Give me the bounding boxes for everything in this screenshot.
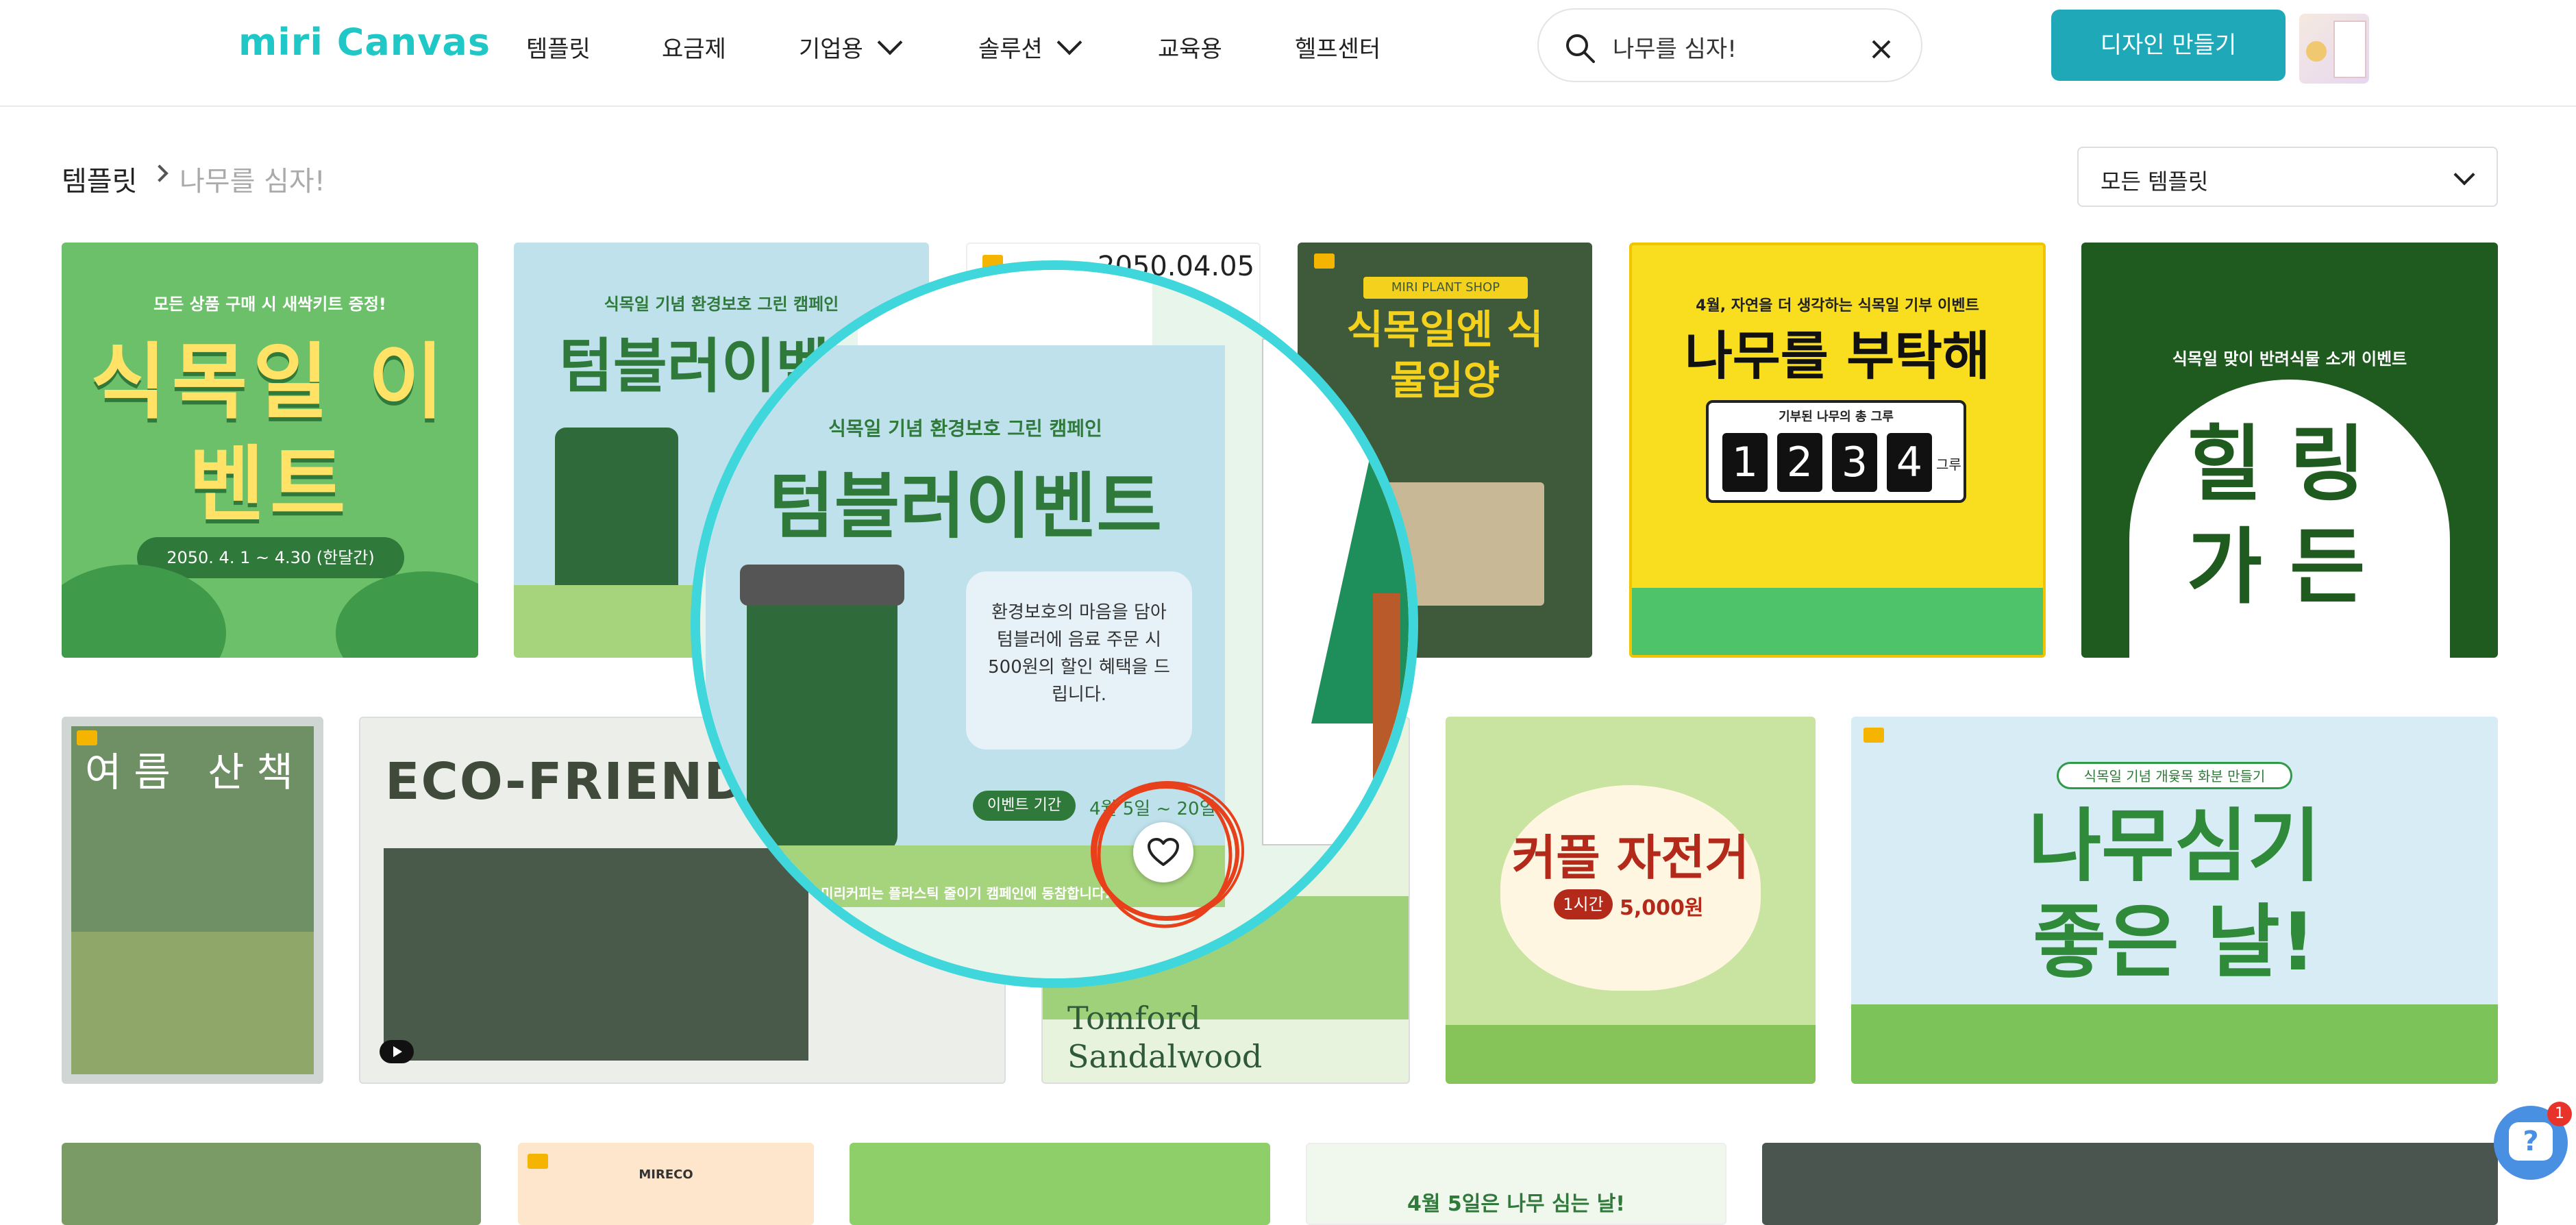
notification-badge: 1	[2547, 1102, 2572, 1126]
magnified-bubble: 환경보호의 마음을 담아 텀블러에 음료 주문 시 500원의 할인 혜택을 드…	[966, 571, 1192, 750]
template-filter-select[interactable]: 모든 템플릿	[2077, 147, 2498, 207]
grass-decoration	[1446, 1025, 1816, 1084]
nav-business[interactable]: 기업용	[799, 29, 903, 64]
nav-solutions-label: 솔루션	[978, 36, 1043, 63]
create-design-button[interactable]: 디자인 만들기	[2051, 10, 2286, 81]
card-title: 4월 5일은 나무 심는 날!	[1407, 1192, 1625, 1216]
trees-decoration	[1632, 588, 2043, 655]
meadow-photo	[71, 932, 314, 1074]
template-card[interactable]: 모든 상품 구매 시 새싹키트 증정! 식목일 이벤트 2050. 4. 1 ~…	[62, 243, 478, 658]
search-input[interactable]	[1611, 29, 1874, 64]
template-card[interactable]: 여름 산책	[62, 717, 323, 1084]
template-card[interactable]	[1762, 1143, 2498, 1225]
help-question-icon: ?	[2509, 1122, 2553, 1161]
nav-templates[interactable]: 템플릿	[526, 30, 591, 64]
nav-solutions[interactable]: 솔루션	[978, 29, 1082, 64]
magnified-title: 텀블러이벤트	[768, 465, 1163, 548]
magnified-body: 환경보호의 마음을 담아 텀블러에 음료 주문 시 500원의 할인 혜택을 드…	[988, 602, 1170, 705]
search-icon[interactable]	[1563, 32, 1596, 64]
tumbler-illustration	[740, 565, 904, 852]
template-card[interactable]	[62, 1143, 481, 1225]
clear-search-icon[interactable]	[1870, 38, 1892, 60]
avatar[interactable]	[2299, 14, 2369, 84]
premium-crown-icon	[528, 1154, 548, 1169]
card-title: MIRECO	[639, 1167, 693, 1182]
bush-decoration	[336, 571, 478, 658]
counter-board: 기부된 나무의 총 그루 1 2 3 4 그루	[1706, 400, 1966, 503]
card-title: 나무를 부탁해	[1685, 325, 1990, 386]
template-filter-value: 모든 템플릿	[2101, 169, 2209, 195]
breadcrumb-root[interactable]: 템플릿	[62, 159, 137, 199]
card-subtitle: 식목일 맞이 반려식물 소개 이벤트	[2172, 349, 2407, 369]
help-chat-button[interactable]: ? 1	[2494, 1102, 2572, 1180]
template-card[interactable]: 식목일 기념 개윷목 화분 만들기 나무심기 좋은 날!	[1851, 717, 2498, 1084]
video-play-icon[interactable]	[380, 1040, 414, 1063]
template-card[interactable]: 커플 자전거 1시간 5,000원	[1446, 717, 1816, 1084]
search-box	[1537, 8, 1922, 82]
chevron-down-icon	[1056, 29, 1082, 55]
price-label: 1시간	[1554, 889, 1613, 919]
card-subtitle: 4월, 자연을 더 생각하는 식목일 기부 이벤트	[1696, 297, 1979, 314]
card-title: 식목일 이벤트	[90, 335, 449, 533]
counter-digit: 1	[1722, 433, 1768, 492]
template-card[interactable]: MIRECO	[518, 1143, 814, 1225]
nav-help-center[interactable]: 헬프센터	[1295, 30, 1380, 64]
card-subtitle: 식목일 기념 개윷목 화분 만들기	[2057, 762, 2292, 789]
card-title: Tomford Sandalwood	[1067, 1000, 1263, 1075]
chevron-down-icon	[2453, 164, 2475, 186]
counter-label: 기부된 나무의 총 그루	[1779, 410, 1894, 424]
counter-digit: 4	[1887, 433, 1932, 492]
magnified-subtitle: 식목일 기념 환경보호 그린 캠페인	[828, 417, 1102, 440]
breadcrumb-current: 나무를 심자!	[179, 166, 325, 197]
template-card[interactable]	[850, 1143, 1270, 1225]
counter-digit: 3	[1832, 433, 1877, 492]
premium-crown-icon	[1863, 728, 1884, 743]
template-card[interactable]: 4월, 자연을 더 생각하는 식목일 기부 이벤트 나무를 부탁해 기부된 나무…	[1629, 243, 2046, 658]
card-subtitle: 모든 상품 구매 시 새싹키트 증정!	[153, 295, 386, 314]
card-title: 여름 산책	[85, 749, 306, 795]
card-date: 2050. 4. 1 ~ 4.30 (한달간)	[137, 537, 404, 578]
magnified-neighbor-card	[1262, 338, 1409, 845]
magnified-period-label: 이벤트 기간	[973, 791, 1076, 821]
chevron-down-icon	[877, 29, 903, 55]
card-title: 나무심기 좋은 날!	[2028, 800, 2321, 989]
magnifier-overlay: 식목일 기념 환경보호 그린 캠페인 텀블러이벤트 환경보호의 마음을 담아 텀…	[691, 260, 1418, 988]
red-circle-annotation	[1091, 781, 1244, 928]
nav-education[interactable]: 교육용	[1158, 30, 1222, 64]
template-card[interactable]: 4월 5일은 나무 심는 날!	[1306, 1143, 1726, 1225]
premium-crown-icon	[1314, 253, 1335, 269]
counter-digit: 2	[1777, 433, 1822, 492]
miri-canvas-logo[interactable]: miri Canvas	[238, 21, 491, 64]
nav-business-label: 기업용	[799, 36, 863, 63]
nav-pricing[interactable]: 요금제	[662, 30, 726, 64]
card-title: 힐링 가든	[2186, 417, 2393, 615]
top-header: miri Canvas 템플릿 요금제 기업용 솔루션 교육용 헬프센터 디자인…	[0, 0, 2576, 107]
counter-unit: 그루	[1936, 456, 1961, 473]
card-title: 커플 자전거	[1511, 830, 1750, 886]
chevron-right-icon	[151, 164, 169, 182]
template-card[interactable]: 식목일 맞이 반려식물 소개 이벤트 힐링 가든	[2081, 243, 2498, 658]
grass-decoration	[1851, 1004, 2498, 1084]
bush-decoration	[62, 565, 226, 658]
price-value: 5,000원	[1620, 896, 1704, 920]
